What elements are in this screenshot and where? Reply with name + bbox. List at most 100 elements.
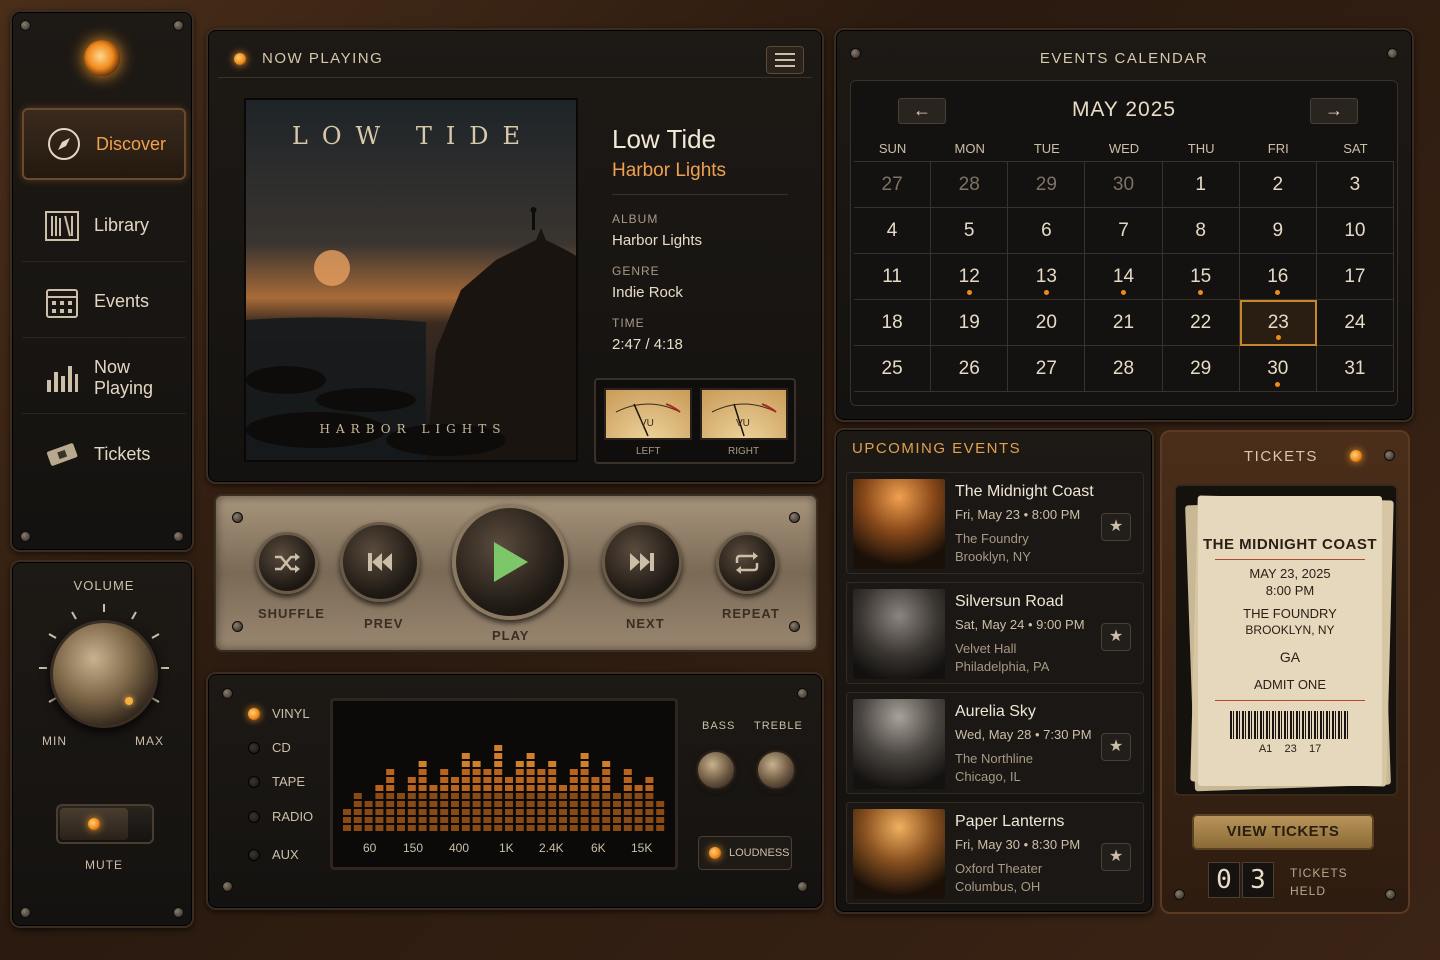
- sidebar-item-discover[interactable]: Discover: [22, 108, 186, 180]
- calendar-day-cell[interactable]: 9: [1239, 208, 1317, 254]
- repeat-label: REPEAT: [722, 606, 780, 621]
- spectrum-segment: [418, 809, 427, 815]
- calendar-day-header: SUN: [854, 136, 932, 162]
- bass-knob[interactable]: [696, 750, 736, 790]
- event-card[interactable]: Silversun Road Sat, May 24 • 9:00 PM Velve…: [846, 582, 1144, 684]
- calendar-day-number: 14: [1112, 265, 1135, 287]
- event-date: Fri, May 30 • 8:30 PM: [955, 837, 1081, 852]
- spectrum-segment: [494, 817, 503, 823]
- calendar-day-cell[interactable]: 17: [1316, 254, 1394, 300]
- spectrum-segment: [407, 793, 416, 799]
- calendar-day-cell[interactable]: 21: [1085, 300, 1163, 346]
- play-button[interactable]: [452, 504, 568, 620]
- calendar-day-cell[interactable]: 16: [1239, 254, 1317, 300]
- view-tickets-button[interactable]: VIEW TICKETS: [1192, 814, 1374, 850]
- calendar-day-cell[interactable]: 7: [1085, 208, 1163, 254]
- source-aux[interactable]: AUX: [248, 847, 299, 862]
- star-icon: ★: [1108, 848, 1124, 865]
- sidebar-item-label: Events: [94, 291, 150, 311]
- prev-button[interactable]: [340, 522, 420, 602]
- calendar-day-cell[interactable]: 5: [931, 208, 1009, 254]
- spectrum-segment: [440, 785, 449, 791]
- source-cd[interactable]: CD: [248, 740, 291, 755]
- spectrum-segment: [526, 753, 535, 759]
- play-icon: [494, 542, 528, 582]
- calendar-day-cell[interactable]: 30: [1239, 346, 1317, 392]
- spectrum-segment: [407, 785, 416, 791]
- spectrum-segment: [386, 809, 395, 815]
- sidebar-item-events[interactable]: Events: [22, 266, 186, 338]
- repeat-button[interactable]: [716, 532, 778, 594]
- tickets-held-label-2: HELD: [1290, 884, 1327, 898]
- spectrum-segment: [429, 793, 438, 799]
- next-button[interactable]: [602, 522, 682, 602]
- calendar-day-cell[interactable]: 14: [1085, 254, 1163, 300]
- source-tape[interactable]: TAPE: [248, 774, 305, 789]
- calendar-day-cell[interactable]: 11: [854, 254, 932, 300]
- spectrum-segment: [418, 777, 427, 783]
- ticket-admit: ADMIT ONE: [1254, 677, 1326, 692]
- calendar-day-cell[interactable]: 28: [1085, 346, 1163, 392]
- favorite-button[interactable]: ★: [1101, 623, 1131, 651]
- spectrum-segment: [569, 785, 578, 791]
- favorite-button[interactable]: ★: [1101, 513, 1131, 541]
- calendar-day-cell[interactable]: 10: [1316, 208, 1394, 254]
- source-radio[interactable]: RADIO: [248, 809, 313, 824]
- spectrum-segment: [375, 825, 384, 831]
- next-month-button[interactable]: →: [1310, 98, 1358, 124]
- favorite-button[interactable]: ★: [1101, 733, 1131, 761]
- event-card[interactable]: Aurelia Sky Wed, May 28 • 7:30 PM The Nort…: [846, 692, 1144, 794]
- calendar-day-cell[interactable]: 15: [1162, 254, 1240, 300]
- event-title: Paper Lanterns: [955, 813, 1065, 830]
- spectrum-segment: [343, 809, 351, 815]
- calendar-day-cell[interactable]: 2: [1239, 162, 1317, 208]
- spectrum-segment: [623, 769, 632, 775]
- spectrum-segment: [537, 769, 546, 775]
- calendar-day-cell[interactable]: 13: [1008, 254, 1086, 300]
- treble-knob[interactable]: [756, 750, 796, 790]
- volume-knob[interactable]: [50, 620, 158, 728]
- calendar-day-cell[interactable]: 8: [1162, 208, 1240, 254]
- calendar-day-cell[interactable]: 23: [1239, 300, 1317, 346]
- spectrum-segment: [505, 801, 513, 807]
- calendar-day-cell[interactable]: 20: [1008, 300, 1086, 346]
- calendar-day-cell[interactable]: 25: [854, 346, 932, 392]
- sidebar-item-now-playing[interactable]: Now Playing: [22, 342, 186, 414]
- menu-button[interactable]: [766, 46, 804, 74]
- favorite-button[interactable]: ★: [1101, 843, 1131, 871]
- calendar-day-cell[interactable]: 29: [1162, 346, 1240, 392]
- source-vinyl[interactable]: VINYL: [248, 706, 310, 721]
- calendar-day-cell[interactable]: 30: [1085, 162, 1163, 208]
- shuffle-button[interactable]: [256, 532, 318, 594]
- calendar-day-cell[interactable]: 12: [931, 254, 1009, 300]
- event-card[interactable]: Paper Lanterns Fri, May 30 • 8:30 PM Oxfor…: [846, 802, 1144, 904]
- calendar-day-cell[interactable]: 29: [1008, 162, 1086, 208]
- loudness-button[interactable]: LOUDNESS: [698, 836, 792, 870]
- calendar-day-cell[interactable]: 18: [854, 300, 932, 346]
- sidebar-item-library[interactable]: Library: [22, 190, 186, 262]
- calendar-day-cell[interactable]: 31: [1316, 346, 1394, 392]
- spectrum-segment: [407, 801, 416, 807]
- calendar-day-cell[interactable]: 24: [1316, 300, 1394, 346]
- event-venue: Oxford Theater Columbus, OH: [955, 860, 1042, 896]
- mute-toggle[interactable]: [56, 804, 154, 844]
- event-card[interactable]: The Midnight Coast Fri, May 23 • 8:00 PM T…: [846, 472, 1144, 574]
- calendar-day-cell[interactable]: 4: [854, 208, 932, 254]
- calendar-day-cell[interactable]: 6: [1008, 208, 1086, 254]
- spectrum-segment: [515, 761, 524, 767]
- calendar-day-number: 26: [958, 357, 980, 379]
- spectrum-segment: [580, 825, 589, 831]
- sidebar-item-tickets[interactable]: Tickets: [22, 418, 186, 490]
- ticket-card: THE MIDNIGHT COAST MAY 23, 2025 8:00 PM …: [1198, 496, 1382, 786]
- spectrum-segment: [418, 801, 427, 807]
- calendar-day-cell[interactable]: 27: [854, 162, 932, 208]
- calendar-day-cell[interactable]: 3: [1316, 162, 1394, 208]
- calendar-day-cell[interactable]: 28: [931, 162, 1009, 208]
- eq-freq-label: 1K: [499, 841, 514, 855]
- calendar-day-cell[interactable]: 27: [1008, 346, 1086, 392]
- vu-right-label: RIGHT: [728, 446, 760, 457]
- calendar-day-cell[interactable]: 1: [1162, 162, 1240, 208]
- calendar-day-cell[interactable]: 22: [1162, 300, 1240, 346]
- calendar-day-cell[interactable]: 26: [931, 346, 1009, 392]
- calendar-day-cell[interactable]: 19: [931, 300, 1009, 346]
